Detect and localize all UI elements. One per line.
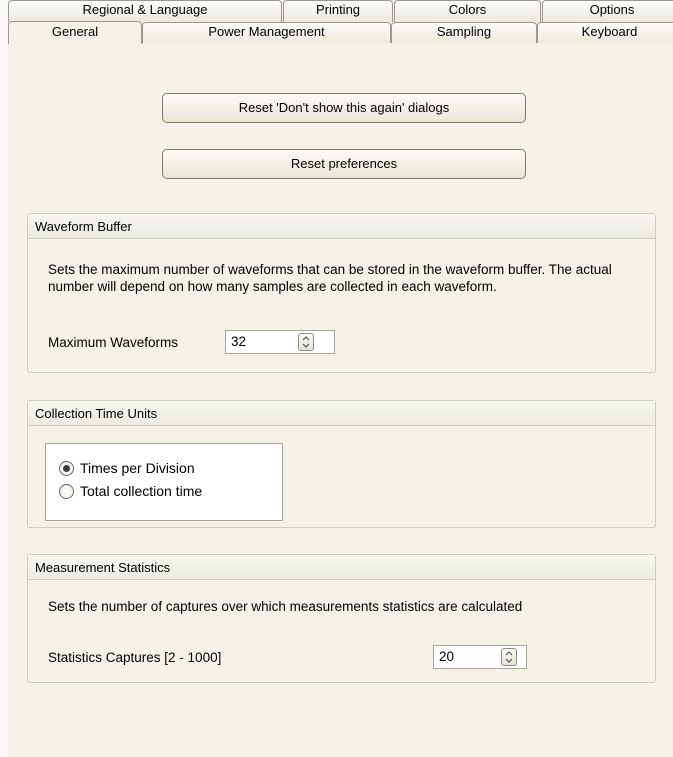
tab-colors[interactable]: Colors — [394, 0, 541, 22]
radio-times-per-division-label: Times per Division — [80, 460, 195, 476]
statistics-captures-spinner[interactable] — [501, 648, 517, 666]
measurement-statistics-description: Sets the number of captures over which m… — [48, 599, 523, 614]
collection-time-radio-panel: Times per Division Total collection time — [45, 443, 283, 521]
statistics-captures-label: Statistics Captures [2 - 1000] — [48, 650, 222, 665]
collection-time-units-group: Collection Time Units Times per Division… — [27, 400, 656, 528]
tab-power-management[interactable]: Power Management — [142, 22, 391, 43]
waveform-buffer-description: Sets the maximum number of waveforms tha… — [48, 262, 612, 294]
tab-general[interactable]: General — [8, 21, 142, 44]
tab-regional-language[interactable]: Regional & Language — [8, 0, 282, 22]
tab-keyboard[interactable]: Keyboard — [537, 22, 673, 43]
maximum-waveforms-spinner[interactable] — [298, 333, 314, 351]
spinner-arrows-icon — [302, 336, 310, 348]
maximum-waveforms-input[interactable]: 32 — [225, 330, 335, 354]
radio-total-collection-time-label: Total collection time — [80, 483, 203, 499]
tab-sampling[interactable]: Sampling — [391, 22, 537, 43]
reset-dialogs-button[interactable]: Reset 'Don't show this again' dialogs — [162, 93, 526, 123]
radio-times-per-division[interactable]: Times per Division — [59, 459, 195, 477]
tab-options[interactable]: Options — [542, 0, 673, 22]
waveform-buffer-group: Waveform Buffer Sets the maximum number … — [27, 213, 656, 373]
reset-preferences-button[interactable]: Reset preferences — [162, 149, 526, 179]
radio-selected-icon — [59, 461, 74, 476]
window-left-edge — [0, 0, 8, 757]
radio-unselected-icon — [59, 484, 74, 499]
radio-total-collection-time[interactable]: Total collection time — [59, 482, 202, 500]
spinner-arrows-icon — [505, 651, 513, 663]
measurement-statistics-group: Measurement Statistics Sets the number o… — [27, 554, 656, 683]
collection-time-units-title: Collection Time Units — [28, 401, 655, 426]
measurement-statistics-title: Measurement Statistics — [28, 555, 655, 580]
tab-printing[interactable]: Printing — [283, 0, 393, 22]
waveform-buffer-title: Waveform Buffer — [28, 214, 655, 239]
maximum-waveforms-label: Maximum Waveforms — [48, 335, 179, 350]
